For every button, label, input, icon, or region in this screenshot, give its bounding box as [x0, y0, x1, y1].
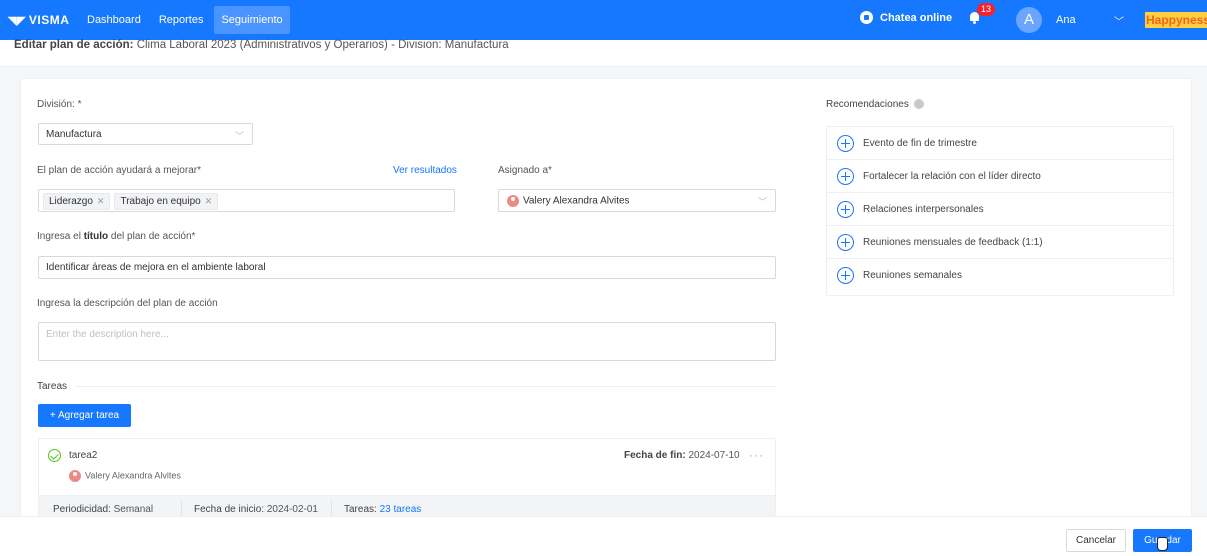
ver-resultados-link[interactable]: Ver resultados	[393, 165, 457, 176]
page-title-text: Clima Laboral 2023 (Administrativos y Op…	[133, 39, 509, 51]
brand-name: VISMA	[28, 13, 70, 27]
recommendation-label: Relaciones interpersonales	[863, 203, 984, 215]
recommendation-item[interactable]: Fortalecer la relación con el líder dire…	[827, 160, 1173, 193]
title-label: Ingresa el título del plan de acción*	[37, 231, 195, 242]
title-value: Identificar áreas de mejora en el ambien…	[46, 262, 266, 273]
add-task-button[interactable]: + Agregar tarea	[38, 404, 131, 427]
page-title-prefix: Editar plan de acción:	[14, 39, 134, 51]
plus-circle-icon[interactable]	[837, 200, 854, 218]
plus-circle-icon[interactable]	[837, 233, 854, 251]
chat-label: Chatea online	[880, 11, 953, 24]
task-start-date: Fecha de inicio: 2024-02-01	[194, 504, 318, 515]
top-navbar: ◥◤ VISMA Dashboard Reportes Seguimiento …	[0, 0, 1207, 40]
recommendation-item[interactable]: Evento de fin de trimestre	[827, 127, 1173, 160]
nav-seguimiento[interactable]: Seguimiento	[214, 6, 290, 34]
visma-logo-icon: ◥◤	[8, 14, 26, 27]
title-input[interactable]: Identificar áreas de mejora en el ambien…	[38, 256, 776, 279]
division-value: Manufactura	[46, 129, 102, 140]
footer-actions	[0, 516, 1207, 556]
plus-circle-icon[interactable]	[837, 134, 854, 152]
division-label: División: *	[37, 99, 82, 110]
end-date-label: Fecha de fin:	[624, 450, 686, 461]
recommendation-label: Reuniones mensuales de feedback (1:1)	[863, 236, 1043, 248]
main-nav: Dashboard Reportes Seguimiento	[80, 0, 294, 40]
nav-dashboard[interactable]: Dashboard	[80, 6, 148, 34]
tag-label: Trabajo en equipo	[120, 196, 201, 207]
user-name[interactable]: Ana	[1056, 14, 1076, 26]
tareas-section-title: Tareas	[37, 381, 68, 392]
periodicity-label: Periodicidad:	[53, 504, 111, 515]
periodicity-value: Semanal	[110, 504, 154, 515]
count-label: Tareas:	[344, 504, 377, 515]
assigned-select[interactable]: Valery Alexandra Alvites ﹀	[498, 189, 776, 212]
assigned-value-wrap: Valery Alexandra Alvites	[507, 195, 630, 207]
improve-label: El plan de acción ayudará a mejorar*	[37, 165, 201, 176]
task-periodicity: Periodicidad: Semanal	[53, 504, 153, 515]
recommendation-label: Fortalecer la relación con el líder dire…	[863, 170, 1041, 182]
plus-circle-icon[interactable]	[837, 267, 854, 284]
chevron-down-icon[interactable]: ﹀	[1114, 13, 1124, 28]
task-name: tarea2	[69, 450, 98, 461]
avatar	[69, 470, 81, 482]
task-assignee: Valery Alexandra Alvites	[69, 470, 181, 482]
more-icon[interactable]: ···	[749, 448, 764, 462]
assigned-value: Valery Alexandra Alvites	[523, 195, 630, 207]
description-label: Ingresa la descripción del plan de acció…	[37, 298, 218, 309]
close-icon[interactable]: ✕	[205, 196, 213, 207]
title-label-pre: Ingresa el	[37, 231, 84, 242]
recommendation-item[interactable]: Reuniones semanales	[827, 259, 1173, 292]
task-count: Tareas: 23 tareas	[344, 504, 421, 515]
start-date-label: Fecha de inicio:	[194, 504, 265, 515]
improve-tags-select[interactable]: Liderazgo ✕ Trabajo en equipo ✕	[38, 189, 455, 212]
close-icon[interactable]: ✕	[97, 196, 105, 207]
recommendation-item[interactable]: Relaciones interpersonales	[827, 193, 1173, 226]
recommendations-title-text: Recomendaciones	[826, 99, 909, 110]
title-label-post: del plan de acción*	[108, 231, 196, 242]
cancel-button[interactable]: Cancelar	[1066, 529, 1126, 552]
avatar	[507, 195, 519, 207]
task-count-link[interactable]: 23 tareas	[380, 504, 422, 515]
brand-logo[interactable]: ◥◤ VISMA	[8, 13, 72, 27]
end-date-value: 2024-07-10	[685, 450, 740, 461]
description-textarea[interactable]: Enter the description here...	[38, 322, 776, 361]
nav-reportes[interactable]: Reportes	[152, 6, 211, 34]
tag-label: Liderazgo	[49, 196, 93, 207]
description-placeholder: Enter the description here...	[46, 329, 169, 340]
user-avatar[interactable]: A	[1016, 7, 1042, 33]
tag-liderazgo: Liderazgo ✕	[43, 193, 111, 210]
task-card[interactable]: tarea2 Valery Alexandra Alvites Fecha de…	[38, 438, 776, 519]
chat-online-button[interactable]: Chatea online	[860, 11, 952, 24]
start-date-value: 2024-02-01	[264, 504, 318, 515]
task-end-date: Fecha de fin: 2024-07-10	[624, 450, 740, 461]
happyness-logo[interactable]: Happyness	[1145, 12, 1207, 28]
recommendation-label: Evento de fin de trimestre	[863, 137, 977, 149]
chevron-down-icon: ﹀	[757, 197, 767, 207]
divider	[75, 386, 776, 387]
page-header: Editar plan de acción: Clima Laboral 202…	[0, 39, 1207, 67]
recommendations-title: Recomendaciones	[826, 99, 924, 110]
notification-badge: 13	[977, 3, 995, 16]
tag-trabajo-en-equipo: Trabajo en equipo ✕	[114, 193, 219, 210]
recommendation-item[interactable]: Reuniones mensuales de feedback (1:1)	[827, 226, 1173, 259]
recommendations-list: Evento de fin de trimestre Fortalecer la…	[826, 126, 1174, 296]
check-circle-icon[interactable]	[48, 449, 61, 462]
recommendation-label: Reuniones semanales	[863, 270, 962, 281]
task-assignee-name: Valery Alexandra Alvites	[85, 470, 181, 481]
division-select[interactable]: Manufactura ﹀	[38, 123, 253, 145]
info-icon[interactable]	[913, 99, 924, 110]
assigned-label: Asignado a*	[498, 165, 552, 176]
plus-circle-icon[interactable]	[837, 167, 854, 185]
hand-cursor-icon	[1157, 537, 1168, 551]
page-title: Editar plan de acción: Clima Laboral 202…	[14, 39, 509, 51]
chevron-down-icon: ﹀	[234, 131, 244, 141]
chat-icon	[860, 11, 873, 24]
title-label-bold: título	[83, 231, 109, 242]
